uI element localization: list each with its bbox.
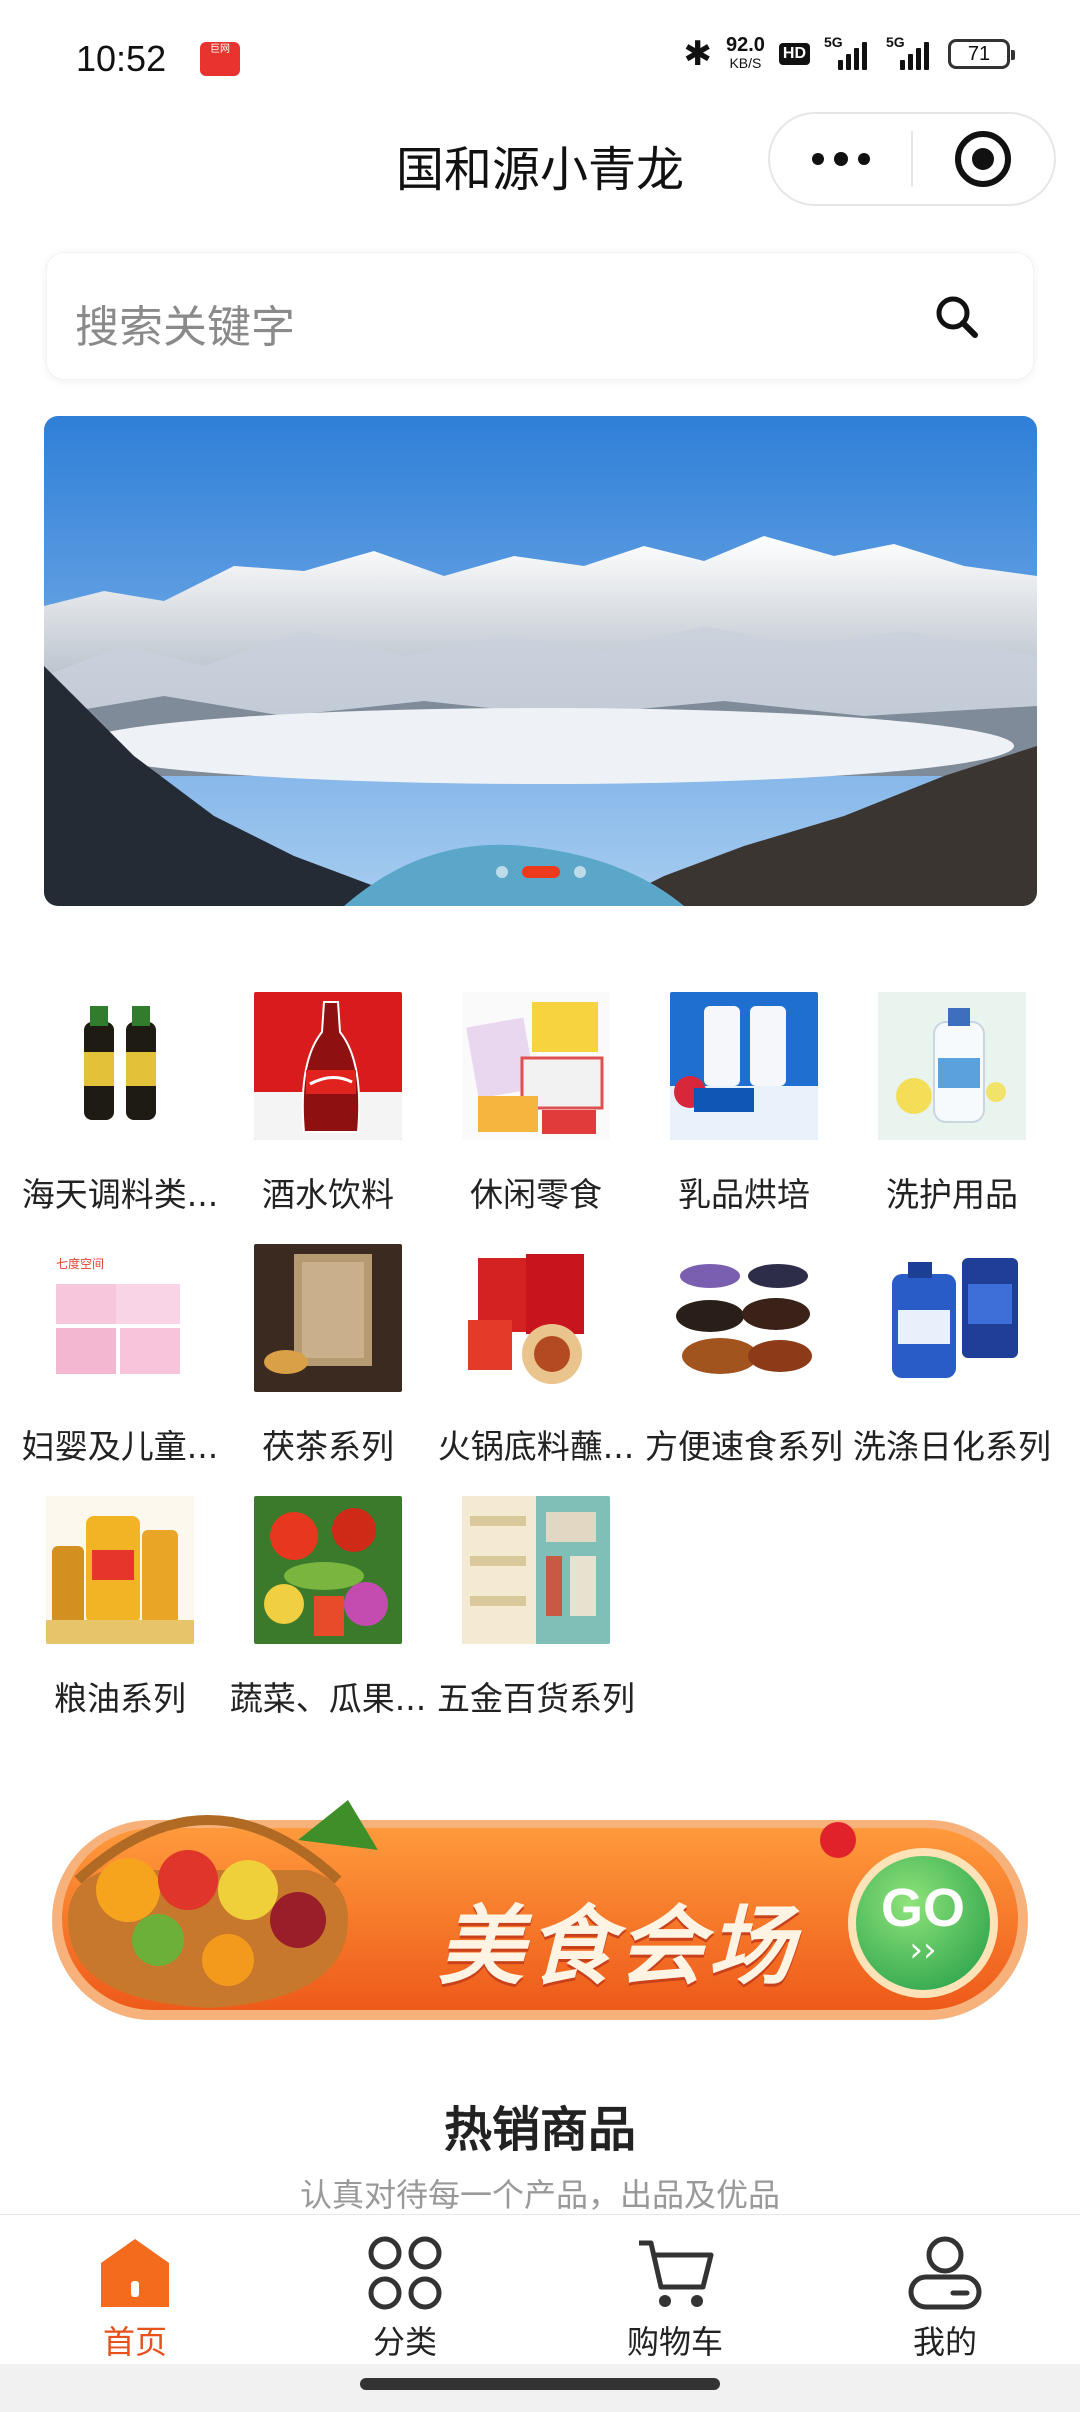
status-indicators: ✱ 92.0 KB/S HD 5G 5G 71	[683, 34, 1015, 74]
tab-label: 我的	[912, 2323, 977, 2361]
category-label: 方便速食系列	[645, 1427, 843, 1466]
category-label: 妇婴及儿童...	[21, 1427, 219, 1466]
detergent-image	[878, 1244, 1026, 1392]
category-item[interactable]: 粮油系列	[16, 1496, 224, 1720]
snacks-image	[462, 992, 610, 1140]
search-input[interactable]: 搜索关键字	[46, 252, 1034, 380]
category-label: 茯茶系列	[262, 1427, 394, 1466]
tab-cart[interactable]: 购物车	[540, 2215, 810, 2364]
hotpot-base-image	[462, 1244, 610, 1392]
target-icon[interactable]	[913, 131, 1054, 187]
baby-products-image: 七度空间	[46, 1244, 194, 1392]
battery-icon: 71	[948, 39, 1015, 69]
hot-products-title: 热销商品	[0, 2090, 1080, 2160]
bottom-tab-bar: 首页 分类 购物车 我的	[0, 2214, 1080, 2364]
promo-title: 美食会场	[438, 1897, 798, 1997]
signal-icon-2: 5G	[886, 34, 934, 70]
soy-sauce-bottles-image	[46, 992, 194, 1140]
network-speed: 92.0 KB/S	[725, 34, 765, 71]
hardware-store-image	[462, 1496, 610, 1644]
tab-label: 购物车	[626, 2323, 723, 2361]
category-item[interactable]: 海天调料类...	[16, 992, 224, 1216]
status-time: 10:52	[76, 38, 167, 79]
mini-program-capsule	[768, 112, 1056, 206]
svg-text:七度空间: 七度空间	[56, 1256, 104, 1271]
profile-icon	[905, 2233, 985, 2313]
category-item[interactable]: 方便速食系列	[640, 1244, 848, 1468]
go-button[interactable]: GO ››	[848, 1848, 998, 1998]
hero-banner[interactable]	[44, 416, 1037, 906]
tab-home[interactable]: 首页	[0, 2215, 270, 2364]
category-item[interactable]: 洗护用品	[848, 992, 1056, 1216]
category-item[interactable]: 茯茶系列	[224, 1244, 432, 1468]
category-item[interactable]: 七度空间 妇婴及儿童...	[16, 1244, 224, 1468]
category-label: 五金百货系列	[437, 1679, 635, 1718]
signal-icon: 5G	[824, 34, 872, 70]
cola-bottle-image	[254, 992, 402, 1140]
cart-icon	[635, 2233, 715, 2313]
category-label: 火锅底料蘸...	[437, 1427, 635, 1466]
milk-strawberry-image	[670, 992, 818, 1140]
tea-brick-image	[254, 1244, 402, 1392]
category-item[interactable]: 乳品烘培	[640, 992, 848, 1216]
go-arrows: ››	[909, 1930, 937, 1970]
tab-label: 首页	[102, 2323, 167, 2361]
status-bar: 10:52 巨网 ✱ 92.0 KB/S HD 5G 5G 71	[0, 0, 1080, 120]
category-item[interactable]: 火锅底料蘸...	[432, 1244, 640, 1468]
more-dots-icon[interactable]	[770, 151, 911, 166]
mountain-landscape-image	[44, 416, 1037, 906]
food-fair-banner[interactable]: 美食会场 GO ››	[48, 1780, 1034, 2040]
instant-food-bowls-image	[670, 1244, 818, 1392]
category-label: 乳品烘培	[678, 1175, 810, 1214]
bluetooth-icon: ✱	[683, 34, 712, 74]
go-label: GO	[880, 1878, 965, 1938]
category-label: 蔬菜、瓜果...	[229, 1679, 427, 1718]
tab-label: 分类	[372, 2323, 437, 2361]
home-indicator[interactable]	[360, 2378, 720, 2390]
category-label: 海天调料类...	[21, 1175, 219, 1214]
app-notification-icon: 巨网	[200, 42, 240, 76]
category-label: 洗护用品	[886, 1175, 1018, 1214]
search-placeholder: 搜索关键字	[75, 302, 295, 353]
hot-products-subtitle: 认真对待每一个产品，出品及优品	[299, 2176, 780, 2214]
category-label: 酒水饮料	[262, 1175, 394, 1214]
vegetables-image	[254, 1496, 402, 1644]
home-icon	[95, 2233, 175, 2313]
category-label: 粮油系列	[54, 1679, 186, 1718]
category-item[interactable]: 洗涤日化系列	[848, 1244, 1056, 1468]
category-label: 休闲零食	[470, 1175, 602, 1214]
search-icon[interactable]	[933, 293, 981, 341]
tab-category[interactable]: 分类	[270, 2215, 540, 2364]
category-label: 洗涤日化系列	[853, 1427, 1051, 1466]
category-icon	[365, 2233, 445, 2313]
category-item[interactable]: 蔬菜、瓜果...	[224, 1496, 432, 1720]
category-item[interactable]: 酒水饮料	[224, 992, 432, 1216]
carousel-dot-active[interactable]	[521, 866, 560, 878]
tab-profile[interactable]: 我的	[810, 2215, 1080, 2364]
shampoo-bottle-image	[878, 992, 1026, 1140]
carousel-dot[interactable]	[495, 866, 508, 878]
category-item[interactable]: 休闲零食	[432, 992, 640, 1216]
carousel-indicator	[44, 866, 1037, 878]
hd-badge: HD	[778, 43, 810, 65]
category-item[interactable]: 五金百货系列	[432, 1496, 640, 1720]
carousel-dot[interactable]	[573, 866, 586, 878]
cooking-oil-image	[46, 1496, 194, 1644]
category-grid: 海天调料类... 酒水饮料 休闲零食 乳品烘培 洗护用品 七度空间 妇婴及儿童.…	[16, 992, 1066, 1720]
